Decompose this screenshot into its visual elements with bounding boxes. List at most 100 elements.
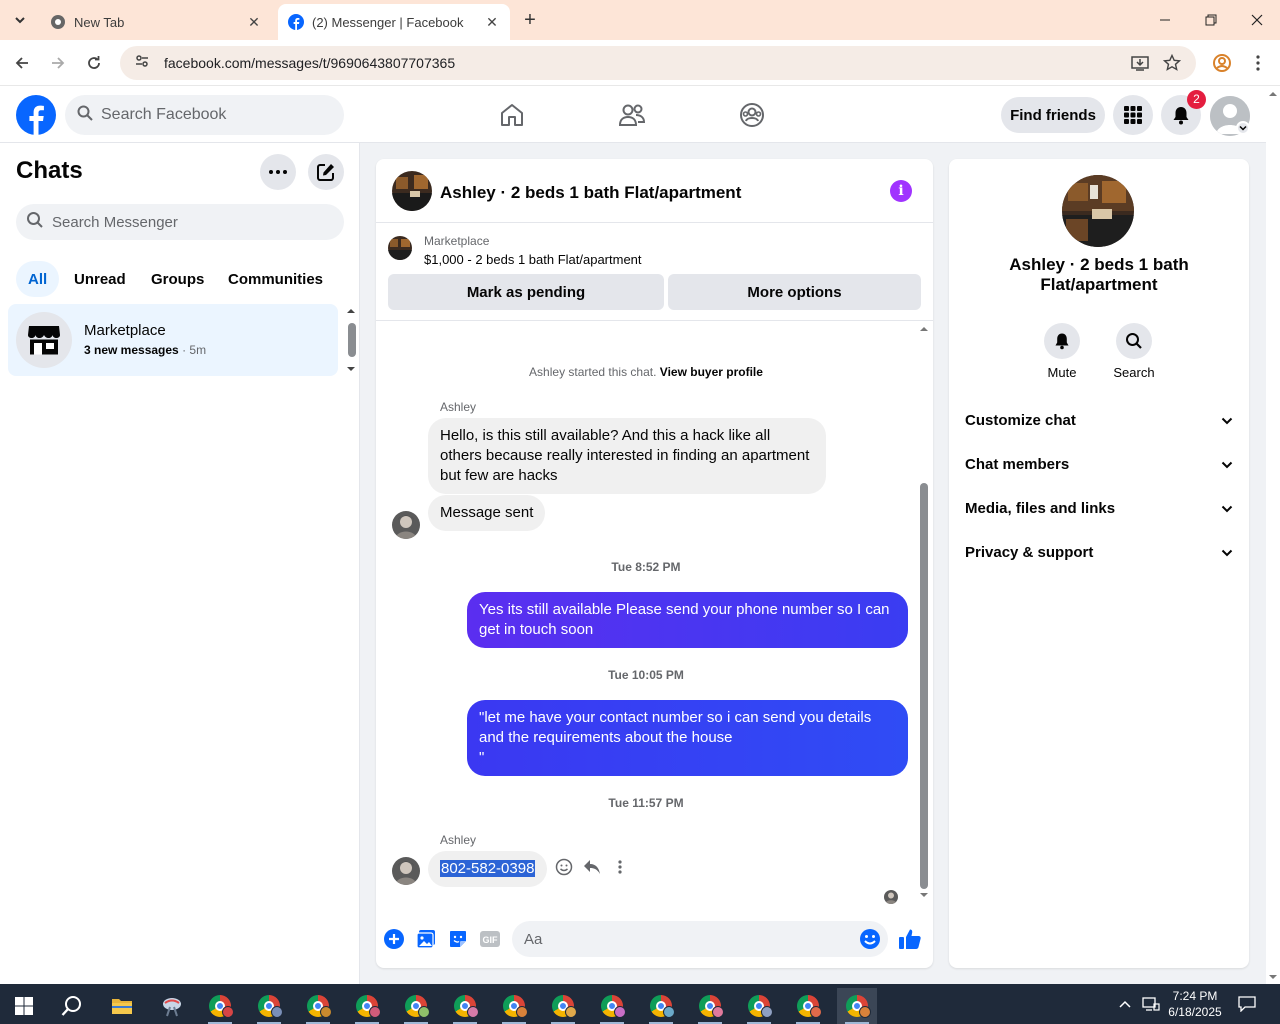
address-bar[interactable]: facebook.com/messages/t/9690643807707365 (120, 46, 1196, 80)
chrome-taskbar-icon[interactable] (445, 988, 485, 1024)
menu-grid-icon[interactable] (1113, 95, 1153, 135)
home-icon[interactable] (498, 101, 526, 129)
mute-bell-icon[interactable] (1044, 323, 1080, 359)
chrome-taskbar-icon[interactable] (788, 988, 828, 1024)
new-message-compose-icon[interactable] (308, 154, 344, 190)
tab-search-dropdown-icon[interactable] (8, 8, 32, 32)
forward-icon[interactable] (46, 51, 70, 75)
chrome-taskbar-icon-active[interactable] (837, 988, 877, 1024)
tab-close-icon[interactable]: ✕ (246, 14, 262, 30)
sender-avatar[interactable] (392, 857, 420, 885)
chat-members-section[interactable]: Chat members (965, 452, 1233, 476)
like-thumbs-up-icon[interactable] (898, 927, 922, 951)
chrome-taskbar-icon[interactable] (739, 988, 779, 1024)
gif-icon[interactable]: GIF (478, 927, 502, 951)
browser-menu-icon[interactable] (1248, 53, 1268, 73)
search-icon[interactable] (1116, 323, 1152, 359)
chat-options-more-icon[interactable] (260, 154, 296, 190)
install-app-icon[interactable] (1130, 53, 1150, 73)
message-input[interactable]: Aa (512, 921, 888, 957)
facebook-search-input[interactable]: Search Facebook (65, 95, 344, 135)
new-tab-button[interactable]: + (520, 10, 540, 30)
chrome-taskbar-icon[interactable] (200, 988, 240, 1024)
chrome-taskbar-icon[interactable] (592, 988, 632, 1024)
system-clock[interactable]: 7:24 PM 6/18/2025 (1160, 988, 1230, 1020)
chrome-taskbar-icon[interactable] (347, 988, 387, 1024)
attach-photo-icon[interactable] (414, 927, 438, 951)
more-options-button[interactable]: More options (668, 274, 921, 310)
tab-messenger[interactable]: (2) Messenger | Facebook ✕ (278, 4, 510, 40)
clock-date: 6/18/2025 (1168, 1005, 1222, 1019)
incoming-message-bubble[interactable]: Hello, is this still available? And this… (428, 418, 826, 494)
file-explorer-icon[interactable] (102, 988, 142, 1024)
mute-action[interactable]: Mute (1032, 323, 1092, 380)
mark-as-pending-button[interactable]: Mark as pending (388, 274, 664, 310)
conversation-avatar[interactable] (392, 171, 432, 211)
minimize-icon[interactable] (1142, 0, 1188, 40)
chrome-taskbar-icon[interactable] (298, 988, 338, 1024)
site-info-icon[interactable] (134, 53, 150, 74)
back-icon[interactable] (10, 51, 34, 75)
tab-close-icon[interactable]: ✕ (484, 14, 500, 30)
outgoing-message-bubble[interactable]: "let me have your contact number so i ca… (467, 700, 908, 776)
reply-icon[interactable] (581, 856, 603, 878)
sender-avatar[interactable] (392, 511, 420, 539)
bookmark-star-icon[interactable] (1162, 53, 1182, 73)
view-buyer-profile-link[interactable]: View buyer profile (660, 365, 763, 379)
filter-communities[interactable]: Communities (216, 261, 335, 297)
conversation-title: Ashley · 2 beds 1 bath Flat/apartment (440, 183, 742, 202)
listing-label: Marketplace (424, 234, 490, 248)
snipping-tool-icon[interactable] (152, 988, 192, 1024)
chrome-taskbar-icon[interactable] (249, 988, 289, 1024)
chrome-taskbar-icon[interactable] (543, 988, 583, 1024)
taskbar-search-icon[interactable] (52, 988, 92, 1024)
more-actions-plus-icon[interactable] (382, 927, 406, 951)
filter-all[interactable]: All (16, 261, 60, 297)
message-more-icon[interactable] (609, 856, 631, 878)
listing-thumbnail[interactable] (388, 236, 412, 260)
chrome-taskbar-icon[interactable] (690, 988, 730, 1024)
marketplace-store-icon (16, 312, 72, 368)
phone-number-text[interactable]: 802-582-0398 (440, 860, 536, 877)
outgoing-message-bubble[interactable]: Yes its still available Please send your… (467, 592, 908, 648)
tab-new-tab[interactable]: New Tab ✕ (40, 4, 272, 40)
search-action[interactable]: Search (1104, 323, 1164, 380)
url-text: facebook.com/messages/t/9690643807707365 (164, 55, 456, 71)
close-window-icon[interactable] (1234, 0, 1280, 40)
incoming-message-bubble[interactable]: Message sent (428, 495, 546, 531)
react-emoji-icon[interactable] (553, 856, 575, 878)
reload-icon[interactable] (82, 51, 106, 75)
conversation-scrollbar[interactable] (917, 323, 931, 901)
emoji-picker-icon[interactable] (858, 927, 882, 951)
filter-groups[interactable]: Groups (139, 261, 216, 297)
facebook-logo-icon[interactable] (16, 95, 56, 135)
chat-list-scrollbar[interactable] (344, 305, 358, 375)
network-icon[interactable] (1142, 984, 1160, 1024)
chrome-taskbar-icon[interactable] (641, 988, 681, 1024)
scroll-thumb[interactable] (920, 483, 928, 889)
listing-avatar[interactable] (1062, 175, 1134, 247)
restore-icon[interactable] (1188, 0, 1234, 40)
show-hidden-icons-chevron-icon[interactable] (1118, 984, 1132, 1024)
customize-chat-section[interactable]: Customize chat (965, 408, 1233, 432)
windows-start-icon[interactable] (4, 988, 44, 1024)
find-friends-button[interactable]: Find friends (1001, 97, 1105, 133)
scroll-thumb[interactable] (348, 323, 356, 357)
messenger-search-input[interactable]: Search Messenger (16, 204, 344, 240)
profile-icon[interactable] (1212, 53, 1232, 73)
account-chevron-down-icon[interactable] (1236, 121, 1250, 135)
conversation-info-icon[interactable]: i (890, 180, 912, 202)
filter-unread[interactable]: Unread (62, 261, 138, 297)
chrome-taskbar-icon[interactable] (494, 988, 534, 1024)
chat-list-item-marketplace[interactable]: Marketplace 3 new messages · 5m (8, 304, 338, 376)
privacy-support-section[interactable]: Privacy & support (965, 540, 1233, 564)
media-files-links-section[interactable]: Media, files and links (965, 496, 1233, 520)
notification-center-icon[interactable] (1238, 984, 1256, 1024)
incoming-message-bubble[interactable]: 802-582-0398 (428, 851, 548, 887)
friends-icon[interactable] (618, 101, 646, 129)
windows-taskbar: 7:24 PM 6/18/2025 (0, 984, 1280, 1024)
page-scrollbar[interactable] (1266, 87, 1280, 984)
sticker-icon[interactable] (446, 927, 470, 951)
groups-icon[interactable] (738, 101, 766, 129)
chrome-taskbar-icon[interactable] (396, 988, 436, 1024)
